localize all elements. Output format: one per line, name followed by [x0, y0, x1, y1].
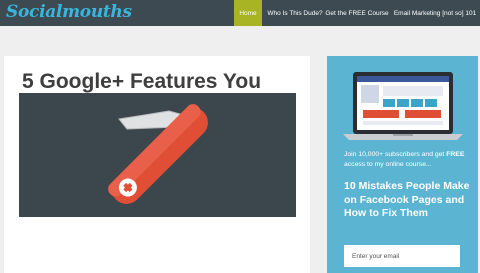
sidebar-headline: 10 Mistakes People Make on Facebook Page… — [344, 180, 470, 219]
nav-get-free-course[interactable]: Get the FREE Course — [324, 0, 390, 26]
intro-bold: FREE — [446, 151, 465, 158]
top-navigation-bar: Socialmouths Home Who Is This Dude? Get … — [0, 0, 480, 26]
email-input[interactable] — [344, 245, 460, 267]
laptop-illustration — [343, 72, 463, 140]
intro-suffix: access to my online course... — [344, 161, 432, 168]
post-hero-image[interactable] — [19, 93, 296, 217]
nav-home[interactable]: Home — [234, 0, 262, 26]
intro-prefix: Join 10,000+ subscribers and get — [344, 151, 447, 158]
course-signup-sidebar: Join 10,000+ subscribers and get FREE ac… — [327, 56, 478, 273]
nav-email-marketing[interactable]: Email Marketing [not so] 101 — [390, 0, 480, 26]
sidebar-intro-text: Join 10,000+ subscribers and get FREE ac… — [344, 150, 468, 170]
swiss-army-knife-icon — [108, 104, 208, 204]
site-logo[interactable]: Socialmouths — [6, 2, 132, 22]
nav-who-is-this-dude[interactable]: Who Is This Dude? — [266, 0, 324, 26]
